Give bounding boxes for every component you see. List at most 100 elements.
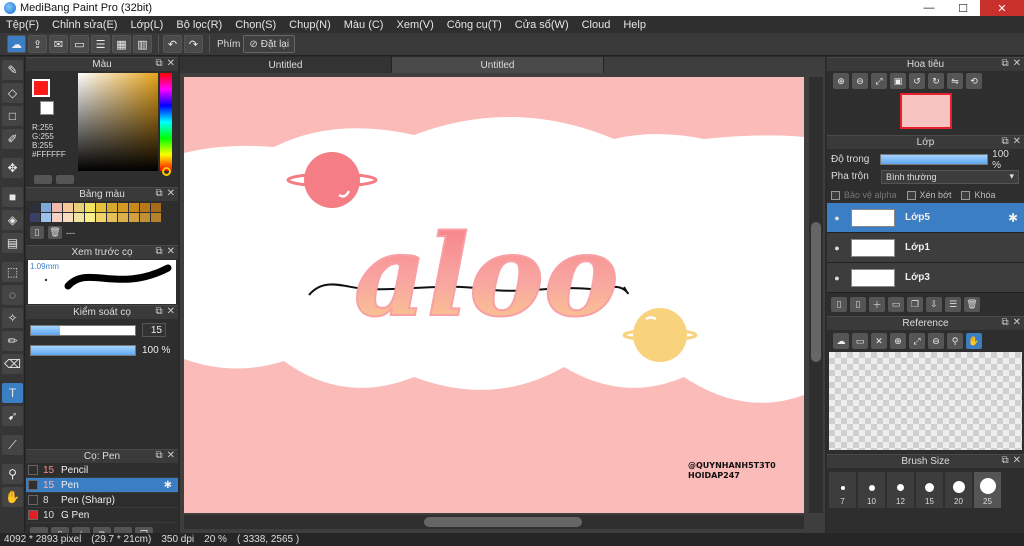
menu-tools[interactable]: Công cụ(T) xyxy=(447,19,502,31)
popout-icon[interactable]: ⧉ xyxy=(155,188,162,199)
bucket-tool-icon[interactable]: ◈ xyxy=(2,210,23,230)
palette-swatch[interactable] xyxy=(118,213,128,222)
palette-swatch[interactable] xyxy=(52,203,62,212)
lock-checkbox[interactable] xyxy=(961,190,971,200)
reset-view-icon[interactable]: ⟲ xyxy=(966,73,982,89)
hand-icon[interactable]: ✋ xyxy=(966,333,982,349)
brush-item-pen-sharp[interactable]: 8 Pen (Sharp) xyxy=(26,493,178,508)
menu-view[interactable]: Xem(V) xyxy=(396,19,433,31)
blend-mode-select[interactable]: Bình thường xyxy=(881,169,1019,184)
palette-swatch[interactable] xyxy=(85,203,95,212)
add-layer-icon[interactable]: ＋ xyxy=(869,297,885,312)
visibility-icon[interactable]: ● xyxy=(827,213,847,223)
palette-swatch[interactable] xyxy=(107,203,117,212)
close-icon[interactable]: ✕ xyxy=(1013,58,1021,69)
open-folder-icon[interactable]: ▭ xyxy=(852,333,868,349)
foreground-color-swatch[interactable] xyxy=(32,79,50,97)
hue-knob[interactable] xyxy=(162,167,171,176)
palette-swatch[interactable] xyxy=(140,203,150,212)
brush-size-option[interactable]: 15 xyxy=(916,472,943,508)
menu-layer[interactable]: Lớp(L) xyxy=(130,19,163,31)
menu-window[interactable]: Cửa sổ(W) xyxy=(515,19,569,31)
visibility-icon[interactable]: ● xyxy=(827,243,847,253)
close-icon[interactable]: ✕ xyxy=(1013,455,1021,466)
zoom-in-icon[interactable]: ⊕ xyxy=(890,333,906,349)
maximize-button[interactable]: ☐ xyxy=(946,0,980,16)
menu-filter[interactable]: Bộ lọc(R) xyxy=(176,19,222,31)
reset-button[interactable]: ⊘ Đặt lại xyxy=(243,35,296,53)
cloud-icon[interactable]: ☁ xyxy=(833,333,849,349)
close-icon[interactable]: ✕ xyxy=(167,58,175,69)
horizontal-scrollbar[interactable] xyxy=(184,515,804,529)
palette-swatch[interactable] xyxy=(96,213,106,222)
menu-snap[interactable]: Chụp(N) xyxy=(289,19,331,31)
eraser-tool-icon[interactable]: ◇ xyxy=(2,83,23,103)
menu-file[interactable]: Tệp(F) xyxy=(6,19,39,31)
brush-size-slider[interactable] xyxy=(30,324,136,336)
palette-swatch[interactable] xyxy=(85,213,95,222)
hand-tool-icon[interactable]: ✋ xyxy=(2,487,23,507)
palette-swatch[interactable] xyxy=(151,213,161,222)
tab-untitled-1[interactable]: Untitled xyxy=(180,57,392,73)
actual-size-icon[interactable]: ▣ xyxy=(890,73,906,89)
lasso-icon[interactable]: ◌ xyxy=(2,285,23,305)
fit-icon[interactable]: ⤢ xyxy=(909,333,925,349)
zoom-out-icon[interactable]: ⊖ xyxy=(852,73,868,89)
fill-rect-tool-icon[interactable]: ■ xyxy=(2,187,23,207)
menu-color[interactable]: Màu (C) xyxy=(344,19,384,31)
brush-item-pen[interactable]: 15 Pen ✱ xyxy=(26,478,178,493)
eyedropper-icon[interactable]: ⚲ xyxy=(2,464,23,484)
menu-edit[interactable]: Chỉnh sửa(E) xyxy=(52,19,117,31)
fit-icon[interactable]: ⤢ xyxy=(871,73,887,89)
rotate-left-icon[interactable]: ↺ xyxy=(909,73,925,89)
close-icon[interactable]: ✕ xyxy=(167,450,175,461)
popout-icon[interactable]: ⧉ xyxy=(1001,317,1008,328)
zoom-in-icon[interactable]: ⊕ xyxy=(833,73,849,89)
redo-icon[interactable]: ↷ xyxy=(184,35,203,53)
palette-swatch[interactable] xyxy=(63,213,73,222)
share-icon[interactable]: ⇪ xyxy=(28,35,47,53)
gear-icon[interactable]: ✱ xyxy=(164,480,172,491)
divide-tool-icon[interactable]: ⟋ xyxy=(2,435,23,455)
color-mode-button[interactable] xyxy=(34,175,52,184)
brush-size-option[interactable]: 10 xyxy=(858,472,885,508)
select-rect-icon[interactable]: ⬚ xyxy=(2,262,23,282)
palette-swatch[interactable] xyxy=(140,213,150,222)
new-palette-icon[interactable]: ▯ xyxy=(30,226,44,239)
vertical-scroll-thumb[interactable] xyxy=(811,222,821,362)
menu-help[interactable]: Help xyxy=(623,19,646,31)
magic-wand-icon[interactable]: ✧ xyxy=(2,308,23,328)
dot-tool-icon[interactable]: ✐ xyxy=(2,129,23,149)
comment-icon[interactable]: ✉ xyxy=(49,35,68,53)
color-eyedrop-button[interactable] xyxy=(56,175,74,184)
background-color-swatch[interactable] xyxy=(40,101,54,115)
navigator-preview[interactable] xyxy=(827,91,1024,135)
palette-swatch[interactable] xyxy=(129,213,139,222)
popout-icon[interactable]: ⧉ xyxy=(1001,58,1008,69)
tab-untitled-2[interactable]: Untitled xyxy=(392,57,604,73)
palette-swatch[interactable] xyxy=(96,203,106,212)
layer-folder-icon[interactable]: ▭ xyxy=(888,297,904,312)
drawing-canvas[interactable]: aloo @QUYNHANH5T3T0 HOIDAP247 xyxy=(184,77,804,513)
layer-item-lop5[interactable]: ● Lớp5 ✱ xyxy=(827,203,1024,233)
duplicate-layer-icon[interactable]: ❐ xyxy=(907,297,923,312)
select-eraser-icon[interactable]: ⌫ xyxy=(2,354,23,374)
flip-icon[interactable]: ⇋ xyxy=(947,73,963,89)
close-button[interactable]: ✕ xyxy=(980,0,1024,16)
trash-icon[interactable]: 🗑 xyxy=(48,226,62,239)
brush-opacity-slider[interactable] xyxy=(30,344,136,356)
page-icon[interactable]: ▭ xyxy=(70,35,89,53)
gradient-tool-icon[interactable]: ▤ xyxy=(2,233,23,253)
palette-swatch[interactable] xyxy=(30,213,40,222)
move-tool-icon[interactable]: ✥ xyxy=(2,158,23,178)
close-icon[interactable]: ✕ xyxy=(1013,136,1021,147)
cloud-icon[interactable]: ☁ xyxy=(7,35,26,53)
undo-icon[interactable]: ↶ xyxy=(163,35,182,53)
palette-swatch[interactable] xyxy=(129,203,139,212)
layer-opacity-slider[interactable] xyxy=(880,154,989,165)
menu-select[interactable]: Chọn(S) xyxy=(235,19,276,31)
palette-swatch[interactable] xyxy=(52,213,62,222)
hue-slider[interactable] xyxy=(160,73,172,171)
close-icon[interactable]: ✕ xyxy=(167,246,175,257)
reference-canvas[interactable] xyxy=(829,352,1022,450)
